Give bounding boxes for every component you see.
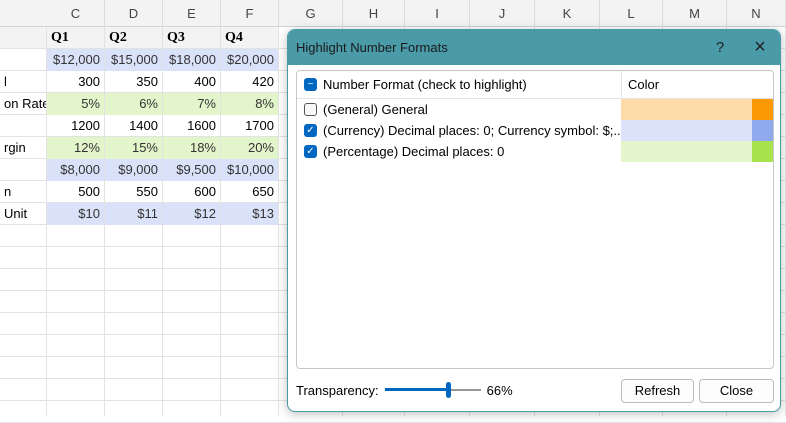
data-cell[interactable]: 420 [221, 71, 278, 93]
data-cell[interactable]: 20% [221, 137, 278, 159]
format-list-item[interactable]: ✓ (Percentage) Decimal places: 0 [297, 141, 773, 162]
format-list-item[interactable]: ✓ (Currency) Decimal places: 0; Currency … [297, 120, 773, 141]
column-header-D[interactable]: D [105, 0, 163, 27]
row-label[interactable]: on Rate [0, 93, 46, 115]
data-cell[interactable]: $18,000 [163, 49, 220, 71]
format-list: − Number Format (check to highlight) Col… [296, 70, 774, 369]
column-header-M[interactable]: M [663, 0, 727, 27]
column-header-N[interactable]: N [727, 0, 786, 27]
data-cell[interactable]: 15% [105, 137, 162, 159]
row-label[interactable]: Unit [0, 203, 46, 225]
data-cell[interactable]: $12 [163, 203, 220, 225]
close-button[interactable]: Close [699, 379, 774, 403]
format-label: (Currency) Decimal places: 0; Currency s… [323, 123, 625, 138]
data-cell[interactable]: $12,000 [47, 49, 104, 71]
row-label[interactable] [0, 159, 46, 181]
slider-thumb[interactable] [445, 382, 451, 398]
data-cell[interactable]: $8,000 [47, 159, 104, 181]
column-header-bar: CDEFGHIJKLMN [0, 0, 786, 27]
data-cell[interactable]: 400 [163, 71, 220, 93]
list-header: − Number Format (check to highlight) Col… [297, 71, 773, 99]
data-cell[interactable]: 5% [47, 93, 104, 115]
data-cell[interactable]: 6% [105, 93, 162, 115]
data-cell[interactable]: $9,000 [105, 159, 162, 181]
format-checkbox[interactable] [304, 103, 317, 116]
quarter-header[interactable]: Q1 [47, 27, 104, 49]
row-label[interactable]: n [0, 181, 46, 203]
data-cell[interactable]: 650 [221, 181, 278, 203]
data-cell[interactable]: $11 [105, 203, 162, 225]
data-cell[interactable]: $15,000 [105, 49, 162, 71]
dialog-title: Highlight Number Formats [296, 40, 448, 55]
column-header-C[interactable]: C [47, 0, 105, 27]
data-cell[interactable]: 12% [47, 137, 104, 159]
quarter-header[interactable]: Q3 [163, 27, 220, 49]
quarter-header[interactable]: Q4 [221, 27, 278, 49]
format-checkbox[interactable]: ✓ [304, 145, 317, 158]
help-button[interactable]: ? [700, 39, 740, 56]
data-cell[interactable]: 600 [163, 181, 220, 203]
data-cell[interactable]: 550 [105, 181, 162, 203]
color-swatch[interactable] [621, 120, 773, 141]
column-header-H[interactable]: H [343, 0, 405, 27]
color-swatch[interactable] [621, 99, 773, 120]
row-label[interactable]: l [0, 71, 46, 93]
column-header-G[interactable]: G [279, 0, 343, 27]
color-column-header: Color [621, 71, 773, 98]
column-header-F[interactable]: F [221, 0, 279, 27]
data-cell[interactable]: $13 [221, 203, 278, 225]
transparency-slider[interactable] [384, 382, 481, 398]
data-cell[interactable]: $10,000 [221, 159, 278, 181]
data-cell[interactable]: 350 [105, 71, 162, 93]
transparency-label: Transparency: [296, 382, 379, 398]
format-label: (General) General [323, 102, 428, 117]
data-cell[interactable]: 1200 [47, 115, 104, 137]
color-swatch[interactable] [621, 141, 773, 162]
format-list-item[interactable]: (General) General [297, 99, 773, 120]
data-cell[interactable]: $9,500 [163, 159, 220, 181]
data-cell[interactable]: 1600 [163, 115, 220, 137]
data-cell[interactable]: $10 [47, 203, 104, 225]
row-label[interactable]: rgin [0, 137, 46, 159]
transparency-value: 66% [486, 382, 513, 398]
dialog-footer: Transparency: 66% Refresh Close [296, 376, 774, 404]
format-label: (Percentage) Decimal places: 0 [323, 144, 505, 159]
dialog-title-bar[interactable]: Highlight Number Formats ? × [288, 30, 780, 65]
data-cell[interactable]: 300 [47, 71, 104, 93]
close-icon[interactable]: × [740, 36, 780, 59]
data-cell[interactable]: 1400 [105, 115, 162, 137]
column-header-L[interactable]: L [600, 0, 663, 27]
row-label[interactable] [0, 49, 46, 71]
highlight-number-formats-dialog: Highlight Number Formats ? × − Number Fo… [287, 29, 781, 412]
data-cell[interactable]: 7% [163, 93, 220, 115]
data-cell[interactable]: $20,000 [221, 49, 278, 71]
column-header-J[interactable]: J [470, 0, 535, 27]
row-label[interactable] [0, 115, 46, 137]
quarter-header[interactable]: Q2 [105, 27, 162, 49]
column-header-I[interactable]: I [405, 0, 470, 27]
column-header-E[interactable]: E [163, 0, 221, 27]
refresh-button[interactable]: Refresh [621, 379, 694, 403]
data-cell[interactable]: 1700 [221, 115, 278, 137]
data-cell[interactable]: 500 [47, 181, 104, 203]
column-header-K[interactable]: K [535, 0, 600, 27]
format-checkbox[interactable]: ✓ [304, 124, 317, 137]
select-all-checkbox[interactable]: − [304, 78, 317, 91]
data-cell[interactable]: 8% [221, 93, 278, 115]
data-cell[interactable]: 18% [163, 137, 220, 159]
